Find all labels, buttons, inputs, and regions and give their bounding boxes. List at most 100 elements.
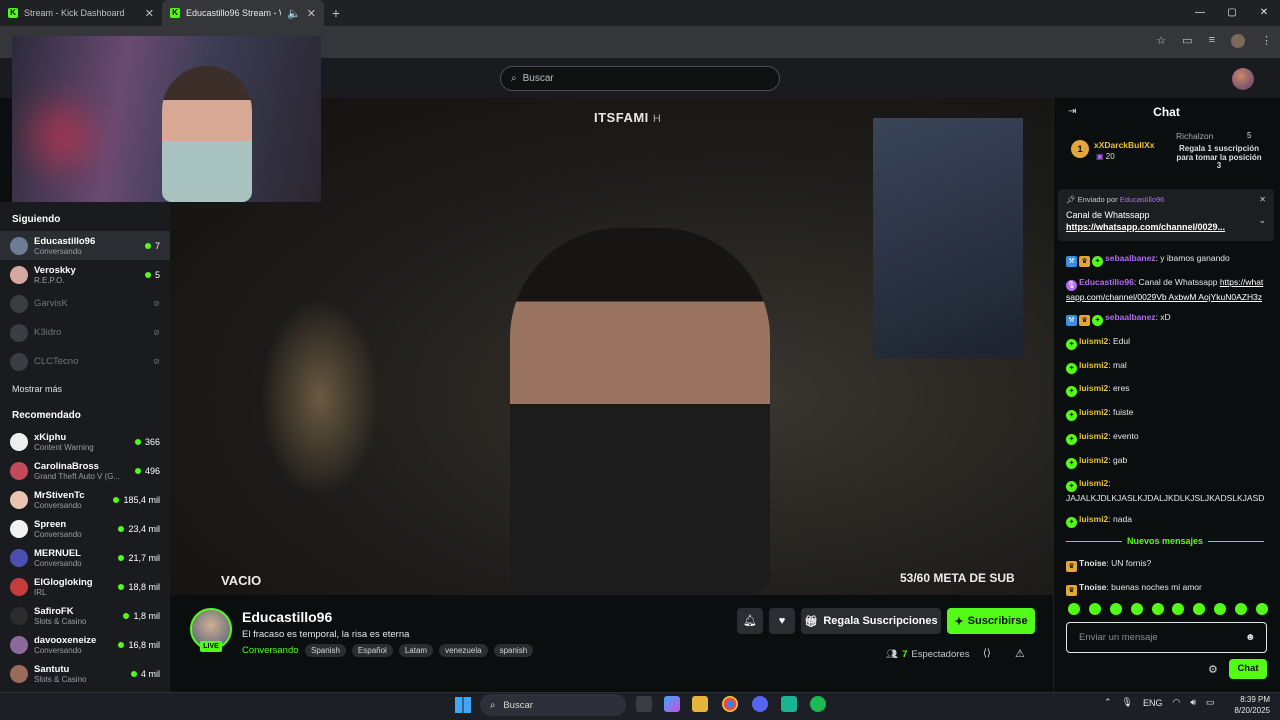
leaderboard-second-name[interactable]: Richalzon	[1176, 131, 1213, 141]
chat-username[interactable]: luismi2	[1079, 431, 1108, 441]
user-avatar[interactable]	[1232, 68, 1254, 90]
report-warning-icon[interactable]: ⚠	[1015, 647, 1025, 660]
tag[interactable]: venezuela	[439, 644, 488, 657]
notification-bell-button[interactable]: 🔔︎	[737, 608, 763, 634]
broadcaster-badge-icon[interactable]: 🎙︎	[1066, 279, 1077, 291]
sidebar-channel-item[interactable]: Spreen Conversando 23,4 mil	[0, 514, 170, 543]
more-menu-icon[interactable]: ⋮	[1261, 34, 1272, 48]
browser-tab-stream[interactable]: K Educastillo96 Stream - Wat 🔈 ✕	[162, 0, 324, 26]
stream-category[interactable]: Conversando	[242, 645, 299, 656]
crown-badge-icon[interactable]: ♛	[1066, 561, 1077, 572]
tag[interactable]: Spanish	[305, 644, 346, 657]
chevron-up-icon[interactable]: ⌃	[1104, 697, 1112, 708]
subscriber-badge-icon[interactable]: ✦	[1066, 362, 1077, 374]
emoji-picker-icon[interactable]: ☻	[1245, 632, 1256, 643]
gift-subs-button[interactable]: 🎁︎ Regala Suscripciones	[801, 608, 941, 634]
microphone-icon[interactable]: 🎙︎	[1122, 697, 1133, 708]
subscriber-badge-icon[interactable]: ✦	[1066, 457, 1077, 469]
subscriber-badge-icon[interactable]: ✦	[1092, 256, 1103, 267]
profile-avatar[interactable]	[1231, 34, 1245, 48]
chat-username[interactable]: luismi2	[1079, 514, 1108, 524]
moderator-badge-icon[interactable]: ⚒	[1066, 315, 1077, 327]
search-input[interactable]: ⌕ Buscar	[500, 66, 780, 91]
crown-badge-icon[interactable]: ♛	[1079, 256, 1090, 267]
chat-username[interactable]: luismi2	[1079, 360, 1108, 370]
pinned-link[interactable]: https://whatsapp.com/channel/0029...	[1066, 222, 1246, 232]
sidebar-channel-item[interactable]: Veroskky R.E.P.O. 5	[0, 260, 170, 289]
sidebar-channel-item[interactable]: K3idro ⊘	[0, 318, 170, 347]
sidebar-channel-item[interactable]: GarvisK ⊘	[0, 289, 170, 318]
emote-icon[interactable]	[1172, 603, 1185, 615]
sidebar-channel-item[interactable]: Santutu Slots & Casino 4 mil	[0, 659, 170, 688]
chat-username[interactable]: sebaalbanez	[1105, 312, 1156, 322]
crown-badge-icon[interactable]: ♛	[1066, 584, 1077, 596]
channel-name[interactable]: Educastillo96	[242, 609, 332, 625]
emote-icon[interactable]	[1255, 603, 1268, 615]
sidebar-channel-item[interactable]: CLCTecno ⊘	[0, 347, 170, 376]
sidebar-channel-item[interactable]: MrStivenTc Conversando 185,4 mil	[0, 485, 170, 514]
language-indicator[interactable]: ENG	[1143, 698, 1163, 708]
close-tab-icon[interactable]: ✕	[307, 7, 316, 20]
close-window-button[interactable]: ✕	[1248, 0, 1280, 26]
app-icon[interactable]	[781, 696, 797, 712]
pinned-by-user[interactable]: Educastillo96	[1120, 195, 1165, 204]
discord-icon[interactable]	[752, 696, 768, 712]
file-explorer-icon[interactable]	[692, 696, 708, 712]
windows-start-icon[interactable]	[455, 697, 471, 713]
browser-tab-dashboard[interactable]: K Stream - Kick Dashboard ✕	[0, 0, 162, 26]
show-more-link[interactable]: Mostrar más	[0, 376, 170, 398]
chat-send-button[interactable]: Chat	[1229, 659, 1267, 679]
chat-username[interactable]: luismi2	[1079, 383, 1108, 393]
emote-icon[interactable]	[1109, 603, 1122, 615]
chevron-down-icon[interactable]: ⌄	[1258, 215, 1266, 226]
media-controls-icon[interactable]: ≡	[1209, 34, 1215, 48]
bookmark-star-icon[interactable]: ☆	[1156, 34, 1166, 48]
taskbar-clock[interactable]: 8:39 PM 8/20/2025	[1230, 694, 1270, 716]
tag[interactable]: Español	[351, 644, 393, 657]
follow-heart-button[interactable]: ♥	[769, 608, 795, 634]
sidebar-channel-item[interactable]: Educastillo96 Conversando 7	[0, 231, 170, 260]
moderator-badge-icon[interactable]: ⚒	[1066, 256, 1077, 267]
emote-icon[interactable]	[1151, 603, 1164, 615]
close-tab-icon[interactable]: ✕	[145, 7, 154, 20]
chat-username[interactable]: Tnoise	[1079, 558, 1106, 568]
subscriber-badge-icon[interactable]: ✦	[1092, 315, 1103, 327]
sidebar-channel-item[interactable]: SafiroFK Slots & Casino 1,8 mil	[0, 601, 170, 630]
sidebar-channel-item[interactable]: MERNUEL Conversando 21,7 mil	[0, 543, 170, 572]
chat-username[interactable]: Tnoise	[1079, 582, 1106, 592]
emote-icon[interactable]	[1130, 603, 1143, 615]
task-view-icon[interactable]	[636, 696, 652, 712]
sidebar-channel-item[interactable]: xKiphu Content Warning 366	[0, 427, 170, 456]
chat-message-input[interactable]: Enviar un mensaje	[1066, 622, 1267, 653]
crown-badge-icon[interactable]: ♛	[1079, 315, 1090, 327]
new-messages-divider[interactable]: Nuevos mensajes	[1060, 536, 1270, 546]
minimize-button[interactable]: —	[1184, 0, 1216, 26]
chrome-icon[interactable]	[722, 696, 738, 712]
emote-icon[interactable]	[1193, 603, 1206, 615]
taskbar-search[interactable]: ⌕ Buscar	[480, 694, 626, 716]
unpin-icon[interactable]: ✕	[1259, 195, 1266, 204]
emote-icon[interactable]	[1088, 603, 1101, 615]
subscriber-badge-icon[interactable]: ✦	[1066, 386, 1077, 398]
leaderboard-first-name[interactable]: xXDarckBullXx	[1094, 140, 1154, 150]
new-tab-button[interactable]: +	[324, 0, 348, 26]
sidebar-channel-item[interactable]: ElGlogloking IRL 18,8 mil	[0, 572, 170, 601]
chat-username[interactable]: Educastillo96	[1079, 277, 1134, 287]
sidebar-channel-item[interactable]: CarolinaBross Grand Theft Auto V (G... 496	[0, 456, 170, 485]
emote-icon[interactable]	[1068, 603, 1080, 615]
subscriber-badge-icon[interactable]: ✦	[1066, 410, 1077, 422]
copilot-icon[interactable]	[664, 696, 680, 712]
volume-icon[interactable]: 🔊︎	[1190, 697, 1196, 708]
subscriber-badge-icon[interactable]: ✦	[1066, 433, 1077, 445]
speaker-icon[interactable]: 🔈	[287, 7, 301, 20]
cast-icon[interactable]: ▭	[1182, 34, 1192, 48]
chat-username[interactable]: luismi2	[1079, 478, 1108, 488]
sidebar-channel-item[interactable]: davooxeneize Conversando 16,8 mil	[0, 630, 170, 659]
battery-icon[interactable]: ▭	[1206, 697, 1215, 708]
wifi-icon[interactable]: ◠	[1173, 697, 1181, 708]
subscriber-badge-icon[interactable]: ✦	[1066, 339, 1077, 351]
subscriber-badge-icon[interactable]: ✦	[1066, 481, 1077, 493]
subscribe-button[interactable]: ✦ Suscribirse	[947, 608, 1035, 634]
share-icon[interactable]: ⟨⟩	[983, 648, 991, 659]
emote-icon[interactable]	[1235, 603, 1247, 615]
